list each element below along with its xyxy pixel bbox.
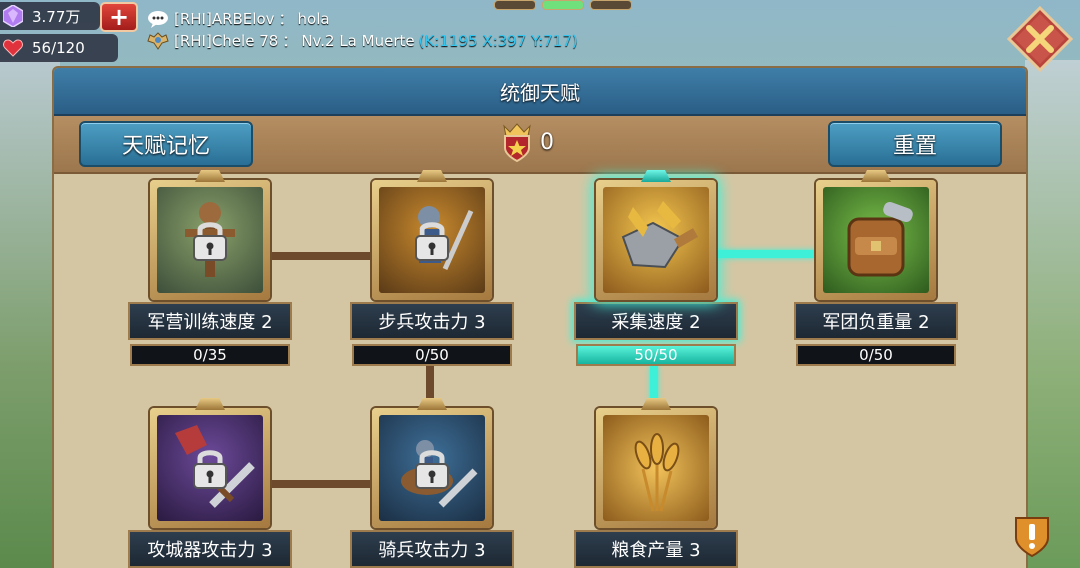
infantry-icon xyxy=(379,187,485,293)
backpack-icon xyxy=(823,187,929,293)
close-button[interactable] xyxy=(1006,5,1074,73)
talent-progress: 50/50 xyxy=(576,344,736,366)
talent-node-infantry[interactable]: 步兵攻击力 3 0/50 xyxy=(350,170,514,366)
chat-message: hola xyxy=(297,10,330,28)
chat-separator: ： xyxy=(282,32,298,50)
chat-line: [RHI]ARBElov： hola xyxy=(146,8,578,30)
talent-frame xyxy=(372,170,492,300)
close-icon xyxy=(1006,5,1074,73)
lock-icon xyxy=(193,222,227,261)
talent-toolbar: 天赋记忆 0 重置 xyxy=(54,116,1026,174)
gems-counter: 3.77万 xyxy=(0,2,100,30)
speech-bubble-icon xyxy=(146,9,170,29)
chat-sender: [RHI]Chele 78 xyxy=(174,32,279,50)
talent-label: 步兵攻击力 3 xyxy=(350,302,514,340)
talent-panel: 统御天赋 天赋记忆 0 重置 军营训练速度 2 0/35 步兵攻击力 3 0/5… xyxy=(52,66,1028,568)
background-left xyxy=(0,60,60,568)
training-dummy-icon xyxy=(157,187,263,293)
talent-points-value: 0 xyxy=(540,129,554,155)
talent-frame xyxy=(150,398,270,528)
talent-memory-button[interactable]: 天赋记忆 xyxy=(79,121,253,167)
talent-node-cavalry[interactable]: 骑兵攻击力 3 xyxy=(350,398,514,568)
gems-value: 3.77万 xyxy=(32,7,81,26)
talent-progress: 0/50 xyxy=(352,344,512,366)
page-indicators xyxy=(494,0,632,10)
talent-label: 攻城器攻击力 3 xyxy=(128,530,292,568)
talent-frame xyxy=(596,398,716,528)
gathering-tools-icon xyxy=(603,187,709,293)
talent-label: 粮食产量 3 xyxy=(574,530,738,568)
crown-shield-icon xyxy=(503,123,531,162)
talent-node-food[interactable]: 粮食产量 3 xyxy=(574,398,738,568)
lock-icon xyxy=(415,222,449,261)
page-indicator-active xyxy=(542,0,584,10)
gem-icon xyxy=(0,3,26,29)
guild-wings-icon xyxy=(146,31,170,51)
talent-frame xyxy=(372,398,492,528)
wheat-icon xyxy=(603,415,709,521)
panel-title: 统御天赋 xyxy=(54,68,1026,116)
talent-tree: 军营训练速度 2 0/35 步兵攻击力 3 0/50 采集速度 2 50/50 xyxy=(54,170,1026,568)
chat-line: [RHI]Chele 78： Nv.2 La Muerte (K:1195 X:3… xyxy=(146,30,578,52)
talent-progress: 0/35 xyxy=(130,344,290,366)
alert-button[interactable] xyxy=(1010,514,1054,558)
talent-label: 军团负重量 2 xyxy=(794,302,958,340)
chat-message: Nv.2 La Muerte xyxy=(301,32,415,50)
talent-frame xyxy=(150,170,270,300)
chat-sender: [RHI]ARBElov xyxy=(174,10,275,28)
chat-separator: ： xyxy=(278,10,294,28)
chat-feed[interactable]: [RHI]ARBElov： hola [RHI]Chele 78： Nv.2 La … xyxy=(146,8,578,52)
page-indicator xyxy=(590,0,632,10)
lock-icon xyxy=(415,450,449,489)
stamina-counter: 56/120 xyxy=(0,34,118,62)
talent-frame xyxy=(816,170,936,300)
heart-icon xyxy=(0,35,26,61)
talent-progress: 0/50 xyxy=(796,344,956,366)
exclamation-shield-icon xyxy=(1015,517,1049,558)
talent-label: 骑兵攻击力 3 xyxy=(350,530,514,568)
talent-points: 0 xyxy=(500,122,554,162)
chat-coordinate-link[interactable]: (K:1195 X:397 Y:717) xyxy=(419,30,578,52)
add-gems-button[interactable]: + xyxy=(100,2,138,32)
background-right xyxy=(1025,60,1080,568)
cavalry-icon xyxy=(379,415,485,521)
talent-node-barracks[interactable]: 军营训练速度 2 0/35 xyxy=(128,170,292,366)
talent-label: 军营训练速度 2 xyxy=(128,302,292,340)
lock-icon xyxy=(193,450,227,489)
talent-frame xyxy=(596,170,716,300)
reset-button[interactable]: 重置 xyxy=(828,121,1002,167)
talent-node-load[interactable]: 军团负重量 2 0/50 xyxy=(794,170,958,366)
siege-sword-icon xyxy=(157,415,263,521)
talent-node-gather[interactable]: 采集速度 2 50/50 xyxy=(574,170,738,366)
page-indicator xyxy=(494,0,536,10)
talent-label: 采集速度 2 xyxy=(574,302,738,340)
talent-node-siege[interactable]: 攻城器攻击力 3 xyxy=(128,398,292,568)
stamina-value: 56/120 xyxy=(32,39,85,57)
